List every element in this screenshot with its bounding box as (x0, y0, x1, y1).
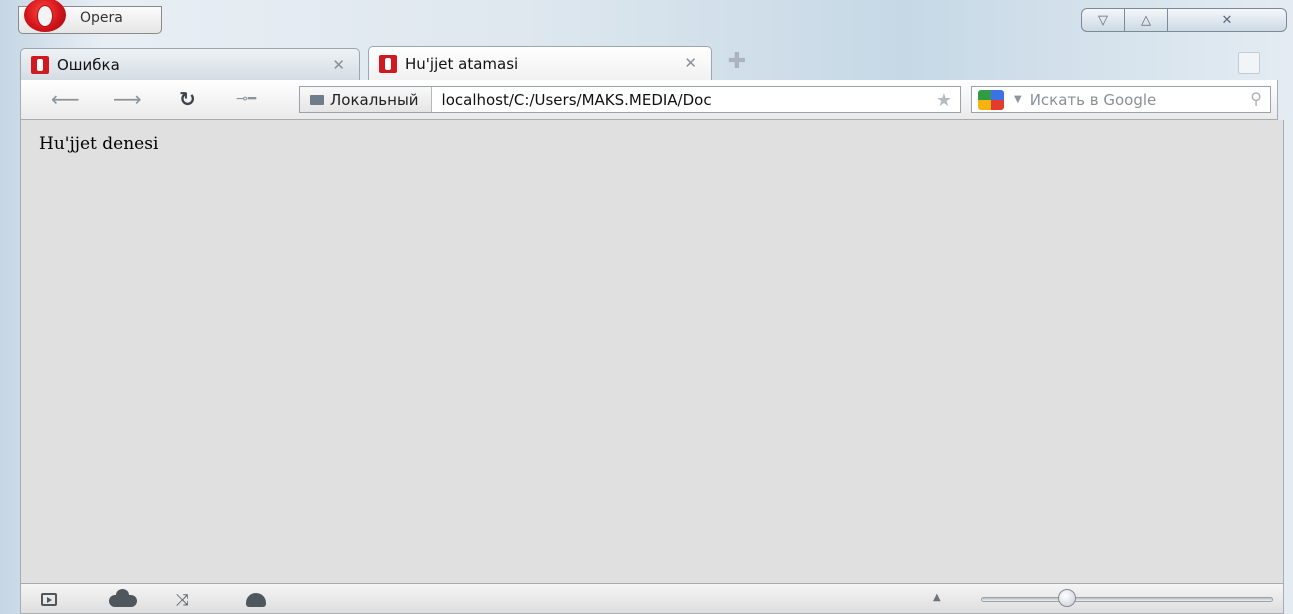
navigation-toolbar: ⟵ ⟶ ↻ ⊸━ Локальный localhost/C:/Users/MA… (20, 80, 1278, 120)
title-bar: Opera ▽ △ ✕ (0, 0, 1293, 42)
page-favicon-icon (379, 54, 397, 73)
turbo-icon[interactable] (246, 593, 266, 607)
panel-toggle-icon[interactable] (41, 593, 57, 606)
zoom-menu-icon[interactable]: ▲ (933, 592, 941, 603)
zoom-slider-thumb[interactable] (1057, 589, 1076, 607)
browser-window: Opera ▽ △ ✕ Ошибка ✕ Hu'jjet atamasi ✕ ✚ (0, 0, 1293, 614)
close-icon[interactable]: ✕ (332, 56, 345, 74)
close-window-button[interactable]: ✕ (1167, 8, 1287, 32)
plus-icon[interactable]: ✚ (726, 51, 748, 74)
maximize-button[interactable]: △ (1124, 8, 1168, 32)
tab-title: Ошибка (57, 55, 120, 74)
site-info-badge[interactable]: Локальный (300, 87, 432, 112)
cloud-icon[interactable] (109, 589, 137, 607)
reload-icon[interactable]: ↻ (179, 88, 196, 110)
tab-oshibka[interactable]: Ошибка ✕ (20, 48, 360, 80)
document-body-text: Hu'jjet denesi (39, 134, 159, 154)
page-favicon-icon (31, 55, 49, 74)
site-info-label: Локальный (330, 90, 419, 109)
close-window-icon: ✕ (1221, 12, 1233, 28)
star-icon[interactable]: ★ (936, 90, 952, 111)
search-input[interactable]: Искать в Google (1030, 91, 1230, 109)
status-bar: ⤨ ▲ (20, 583, 1284, 614)
tab-title: Hu'jjet atamasi (405, 54, 519, 73)
minimize-icon: ▽ (1098, 12, 1108, 28)
minimize-button[interactable]: ▽ (1081, 8, 1125, 32)
zoom-slider[interactable] (981, 597, 1273, 602)
tab-hujjet-atamasi[interactable]: Hu'jjet atamasi ✕ (368, 46, 712, 80)
key-icon[interactable]: ⊸━ (236, 88, 256, 110)
page-content: Hu'jjet denesi (20, 120, 1284, 583)
search-box[interactable]: ▼ Искать в Google ⚲ (971, 86, 1271, 113)
chevron-down-icon[interactable]: ▼ (1014, 94, 1022, 105)
monitor-icon (310, 94, 324, 105)
arrow-right-icon[interactable]: ⟶ (113, 88, 142, 110)
trash-icon[interactable] (1238, 52, 1260, 74)
address-input[interactable]: localhost/C:/Users/MAKS.MEDIA/Doc (442, 91, 854, 109)
window-controls: ▽ △ ✕ (1081, 8, 1287, 34)
maximize-icon: △ (1141, 12, 1151, 28)
opera-menu-label: Opera (80, 10, 123, 26)
close-icon[interactable]: ✕ (684, 54, 697, 72)
address-bar[interactable]: Локальный localhost/C:/Users/MAKS.MEDIA/… (299, 86, 961, 113)
unite-icon[interactable]: ⤨ (176, 590, 189, 610)
google-logo-icon[interactable] (978, 89, 1004, 110)
magnifier-icon[interactable]: ⚲ (1250, 89, 1262, 108)
arrow-left-icon[interactable]: ⟵ (51, 88, 80, 110)
tab-strip: Ошибка ✕ Hu'jjet atamasi ✕ ✚ (20, 46, 1278, 80)
